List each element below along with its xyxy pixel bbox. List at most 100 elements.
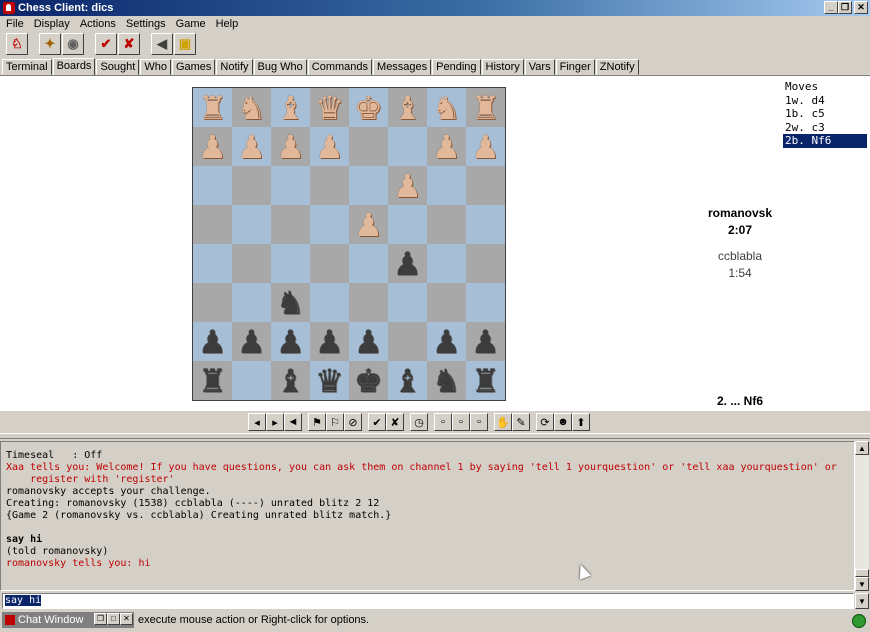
black-piece-icon[interactable]: ♞ xyxy=(432,365,461,397)
square-c4[interactable] xyxy=(271,244,310,283)
black-piece-icon[interactable]: ♟ xyxy=(432,326,461,358)
tab-history[interactable]: History xyxy=(481,59,524,75)
tab-who[interactable]: Who xyxy=(140,59,171,75)
white-piece-icon[interactable]: ♟ xyxy=(354,209,383,241)
back-button[interactable]: ◄ xyxy=(284,413,302,431)
white-piece-icon[interactable]: ♟ xyxy=(432,131,461,163)
square-a-button[interactable]: ▫ xyxy=(434,413,452,431)
white-piece-icon[interactable]: ♜ xyxy=(471,92,500,124)
observe-button[interactable]: ◉ xyxy=(62,33,84,55)
square-h8[interactable]: ♜ xyxy=(466,88,505,127)
no-button[interactable]: ⊘ xyxy=(344,413,362,431)
square-d8[interactable]: ♛ xyxy=(310,88,349,127)
move-item[interactable]: 1w. d4 xyxy=(783,94,867,108)
square-d5[interactable] xyxy=(310,205,349,244)
black-piece-icon[interactable]: ♟ xyxy=(237,326,266,358)
moves-list[interactable]: Moves 1w. d4 1b. c5 2w. c3 2b. Nf6 xyxy=(783,80,867,148)
black-piece-icon[interactable]: ♟ xyxy=(471,326,500,358)
close-button[interactable]: ✕ xyxy=(854,1,868,14)
tab-games[interactable]: Games xyxy=(171,59,216,75)
white-piece-icon[interactable]: ♟ xyxy=(198,131,227,163)
menu-settings[interactable]: Settings xyxy=(121,18,171,30)
menu-actions[interactable]: Actions xyxy=(75,18,121,30)
white-piece-icon[interactable]: ♟ xyxy=(276,131,305,163)
white-piece-icon[interactable]: ♚ xyxy=(354,92,383,124)
square-b3[interactable] xyxy=(232,283,271,322)
decline-button[interactable]: ✘ xyxy=(118,33,140,55)
square-a1[interactable]: ♜ xyxy=(193,361,232,400)
tab-terminal[interactable]: Terminal xyxy=(2,59,52,75)
square-f5[interactable] xyxy=(388,205,427,244)
square-f7[interactable] xyxy=(388,127,427,166)
black-piece-icon[interactable]: ♝ xyxy=(276,365,305,397)
square-e3[interactable] xyxy=(349,283,388,322)
draw-offer-button[interactable]: ⚑ xyxy=(308,413,326,431)
white-piece-icon[interactable]: ♝ xyxy=(276,92,305,124)
square-c2[interactable]: ♟ xyxy=(271,322,310,361)
square-a3[interactable] xyxy=(193,283,232,322)
square-f6[interactable]: ♟ xyxy=(388,166,427,205)
command-input[interactable]: say hi xyxy=(2,593,854,609)
menu-display[interactable]: Display xyxy=(29,18,75,30)
up-arrow-button[interactable]: ⬆ xyxy=(572,413,590,431)
connect-button[interactable]: ♘ xyxy=(6,33,28,55)
menu-game[interactable]: Game xyxy=(171,18,211,30)
square-h2[interactable]: ♟ xyxy=(466,322,505,361)
square-g4[interactable] xyxy=(427,244,466,283)
square-d3[interactable] xyxy=(310,283,349,322)
chat-window-tab[interactable]: Chat Window ❐ □ ✕ xyxy=(2,612,134,628)
chat-close-button[interactable]: ✕ xyxy=(120,613,133,625)
square-e1[interactable]: ♚ xyxy=(349,361,388,400)
move-item[interactable]: 2b. Nf6 xyxy=(783,134,867,148)
square-b2[interactable]: ♟ xyxy=(232,322,271,361)
menu-file[interactable]: File xyxy=(1,18,29,30)
white-piece-icon[interactable]: ♞ xyxy=(237,92,266,124)
scroll-thumb[interactable] xyxy=(855,569,869,577)
panel-splitter[interactable] xyxy=(0,433,870,439)
square-g8[interactable]: ♞ xyxy=(427,88,466,127)
square-e8[interactable]: ♚ xyxy=(349,88,388,127)
seek-button[interactable]: ✦ xyxy=(39,33,61,55)
square-a6[interactable] xyxy=(193,166,232,205)
square-b5[interactable] xyxy=(232,205,271,244)
chess-board[interactable]: ♜ ♞ ♝ ♛ ♚ ♝ ♞ ♜ ♟ ♟ ♟ ♟ ♟ ♟ ♟ ♟ ♟ ♞ ♟ ♟ ♟ ♟ ♟ ♟ ♟ ♜ ♝ ♛ ♚ ♝ ♞ ♜ xyxy=(192,87,506,401)
white-piece-icon[interactable]: ♟ xyxy=(237,131,266,163)
white-piece-icon[interactable]: ♛ xyxy=(315,92,344,124)
black-piece-icon[interactable]: ♜ xyxy=(471,365,500,397)
move-item[interactable]: 1b. c5 xyxy=(783,107,867,121)
scroll-down-button[interactable]: ▼ xyxy=(855,577,869,591)
square-d7[interactable]: ♟ xyxy=(310,127,349,166)
minimize-button[interactable]: _ xyxy=(824,1,838,14)
square-f4[interactable]: ♟ xyxy=(388,244,427,283)
black-piece-icon[interactable]: ♛ xyxy=(315,365,344,397)
tab-sought[interactable]: Sought xyxy=(96,59,140,75)
tab-notify[interactable]: Notify xyxy=(216,59,253,75)
edit-button[interactable]: ✎ xyxy=(512,413,530,431)
menu-help[interactable]: Help xyxy=(211,18,244,30)
square-e7[interactable] xyxy=(349,127,388,166)
square-c-button[interactable]: ▫ xyxy=(470,413,488,431)
sound-button[interactable]: ◀ xyxy=(151,33,173,55)
tab-pending[interactable]: Pending xyxy=(432,59,481,75)
console-output[interactable]: Timeseal : Off Xaa tells you: Welcome! If… xyxy=(0,441,855,591)
square-e5[interactable]: ♟ xyxy=(349,205,388,244)
square-a2[interactable]: ♟ xyxy=(193,322,232,361)
square-h1[interactable]: ♜ xyxy=(466,361,505,400)
square-h4[interactable] xyxy=(466,244,505,283)
tab-znotify[interactable]: ZNotify xyxy=(595,59,639,75)
white-piece-icon[interactable]: ♟ xyxy=(315,131,344,163)
white-piece-icon[interactable]: ♜ xyxy=(198,92,227,124)
square-c7[interactable]: ♟ xyxy=(271,127,310,166)
square-g3[interactable] xyxy=(427,283,466,322)
square-h5[interactable] xyxy=(466,205,505,244)
tab-finger[interactable]: Finger xyxy=(555,59,595,75)
black-piece-icon[interactable]: ♟ xyxy=(315,326,344,358)
square-d2[interactable]: ♟ xyxy=(310,322,349,361)
square-b6[interactable] xyxy=(232,166,271,205)
tab-messages[interactable]: Messages xyxy=(373,59,432,75)
square-e2[interactable]: ♟ xyxy=(349,322,388,361)
scroll-up-button[interactable]: ▲ xyxy=(855,441,869,455)
black-piece-icon[interactable]: ♟ xyxy=(276,326,305,358)
square-e4[interactable] xyxy=(349,244,388,283)
square-h3[interactable] xyxy=(466,283,505,322)
